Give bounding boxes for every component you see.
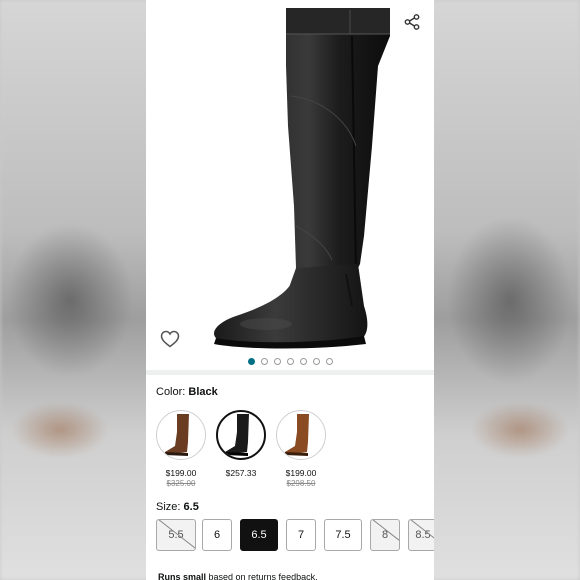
size-option-6[interactable]: 6 [202,519,232,551]
color-label: Color: [156,386,186,398]
carousel-dot[interactable] [312,357,320,365]
boot-thumbnail [225,414,249,456]
boot-thumbnail [285,414,309,456]
section-divider [146,370,434,375]
product-image [214,8,390,349]
size-selected-value: 6.5 [183,501,199,513]
heart-icon [160,330,180,348]
swatch-image [216,410,266,460]
size-heading: Size: 6.5 [156,501,199,513]
color-swatch-list: $199.00 $325.00 $257.33 $199.00 $298.50 [154,410,434,492]
product-image-carousel[interactable] [146,6,434,352]
size-options: 5.5 6 6.5 7 7.5 8 8.5 [156,519,434,553]
carousel-indicator [146,356,434,366]
carousel-dot[interactable] [286,357,294,365]
color-heading: Color: Black [156,386,218,398]
color-swatch-black[interactable]: $257.33 [214,410,268,479]
swatch-image [156,410,206,460]
size-option-5-5[interactable]: 5.5 [156,519,196,551]
carousel-dot[interactable] [260,357,268,365]
swatch-price: $199.00 [285,468,317,478]
carousel-dot[interactable] [273,357,281,365]
boot-thumbnail [165,414,189,456]
product-screen: Color: Black $199.00 $325.00 $257.33 $19… [146,0,434,580]
carousel-dot[interactable] [299,357,307,365]
wishlist-button[interactable] [160,330,182,350]
fit-feedback: Runs small based on returns feedback. [158,572,318,580]
size-option-8-5[interactable]: 8.5 [408,519,434,551]
swatch-price: $199.00 [165,468,197,478]
share-icon [404,14,420,30]
share-button[interactable] [402,12,422,32]
fit-feedback-bold: Runs small [158,572,207,580]
color-swatch-brown[interactable]: $199.00 $325.00 [154,410,208,488]
swatch-list-price: $298.50 [286,479,316,488]
carousel-dot[interactable] [247,357,255,365]
size-option-7-5[interactable]: 7.5 [324,519,362,551]
swatch-image [276,410,326,460]
swatch-list-price: $325.00 [166,479,196,488]
color-selected-value: Black [188,386,218,398]
swatch-price: $257.33 [225,468,257,478]
size-option-8[interactable]: 8 [370,519,400,551]
size-option-6-5[interactable]: 6.5 [240,519,278,551]
color-swatch-cognac[interactable]: $199.00 $298.50 [274,410,328,488]
size-option-7[interactable]: 7 [286,519,316,551]
fit-feedback-text: based on returns feedback. [206,572,318,580]
size-label: Size: [156,501,181,513]
carousel-dot[interactable] [325,357,333,365]
